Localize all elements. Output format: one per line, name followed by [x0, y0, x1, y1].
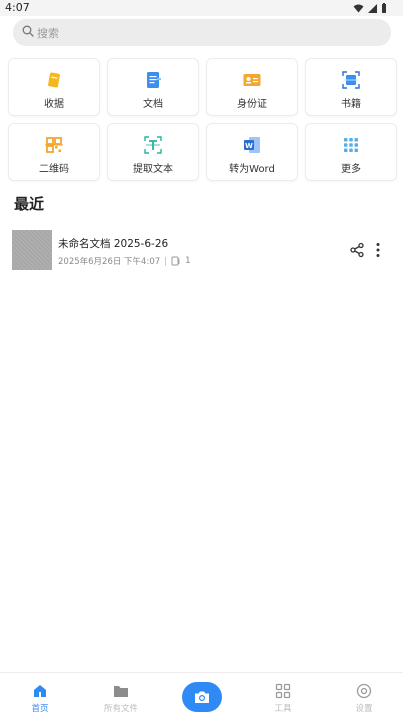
nav-tools[interactable]: 工具: [253, 673, 313, 721]
nav-label: 工具: [274, 704, 292, 714]
qr-code-icon: [45, 137, 63, 153]
document-meta: 2025年6月26日 下午4:07 1: [58, 255, 191, 267]
camera-scan-button[interactable]: [182, 682, 222, 712]
battery-icon: [382, 3, 386, 13]
search-icon: [22, 25, 34, 37]
tool-label: 更多: [341, 164, 361, 175]
receipt-icon: [48, 72, 60, 88]
tool-label: 转为Word: [229, 164, 275, 175]
document-thumbnail[interactable]: [12, 230, 52, 270]
nav-label: 设置: [355, 704, 373, 714]
document-page-count: 1: [185, 256, 191, 266]
svg-text:W: W: [245, 142, 253, 150]
home-icon: [34, 685, 46, 697]
book-scan-icon: [342, 71, 360, 89]
document-icon: [147, 72, 161, 88]
recent-document-item[interactable]: 未命名文档 2025-6-26 2025年6月26日 下午4:07 1: [12, 230, 393, 272]
tool-qr-code[interactable]: 二维码: [8, 123, 100, 181]
share-icon[interactable]: [349, 242, 365, 258]
wifi-icon: [353, 4, 364, 12]
camera-icon: [195, 691, 209, 703]
tool-label: 提取文本: [133, 164, 173, 175]
tool-label: 收据: [44, 99, 64, 110]
more-options-icon[interactable]: [375, 242, 381, 258]
document-name: 未命名文档 2025-6-26: [58, 238, 169, 250]
nav-label: 所有文件: [103, 704, 138, 714]
id-card-icon: [243, 74, 261, 86]
tool-more[interactable]: 更多: [305, 123, 397, 181]
tools-grid-icon: [275, 683, 291, 699]
document-date: 2025年6月26日 下午4:07: [58, 257, 161, 267]
meta-divider: [165, 256, 167, 266]
tool-receipt[interactable]: 收据: [8, 58, 100, 116]
status-bar: 4:07: [0, 0, 403, 16]
page-count-icon: [171, 256, 180, 266]
word-icon: W: [244, 137, 260, 153]
extract-text-icon: [144, 136, 162, 154]
status-icons: [353, 3, 387, 13]
bottom-navigation: 首页 所有文件 工具 设置: [0, 672, 403, 721]
signal-icon: [368, 3, 377, 13]
nav-all-files[interactable]: 所有文件: [91, 673, 151, 721]
tool-extract-text[interactable]: 提取文本: [107, 123, 199, 181]
tool-document[interactable]: 文档: [107, 58, 199, 116]
nav-home[interactable]: 首页: [10, 673, 70, 721]
tool-to-word[interactable]: W 转为Word: [206, 123, 298, 181]
search-placeholder: 搜索: [37, 27, 59, 40]
folder-icon: [114, 686, 128, 697]
search-bar[interactable]: 搜索: [13, 19, 391, 46]
tool-label: 身份证: [237, 99, 267, 110]
nav-settings[interactable]: 设置: [334, 673, 394, 721]
recent-title: 最近: [14, 195, 45, 213]
tool-label: 文档: [143, 99, 163, 110]
nav-label: 首页: [31, 704, 49, 714]
tool-label: 书籍: [341, 99, 361, 110]
tools-grid: 收据 文档 身份证 书籍 二维码 提取文本 W 转为Word 更多: [8, 58, 398, 181]
grid-more-icon: [344, 138, 358, 152]
tool-label: 二维码: [39, 164, 69, 175]
status-time: 4:07: [5, 1, 30, 14]
tool-id-card[interactable]: 身份证: [206, 58, 298, 116]
tool-books[interactable]: 书籍: [305, 58, 397, 116]
settings-icon: [356, 683, 372, 699]
